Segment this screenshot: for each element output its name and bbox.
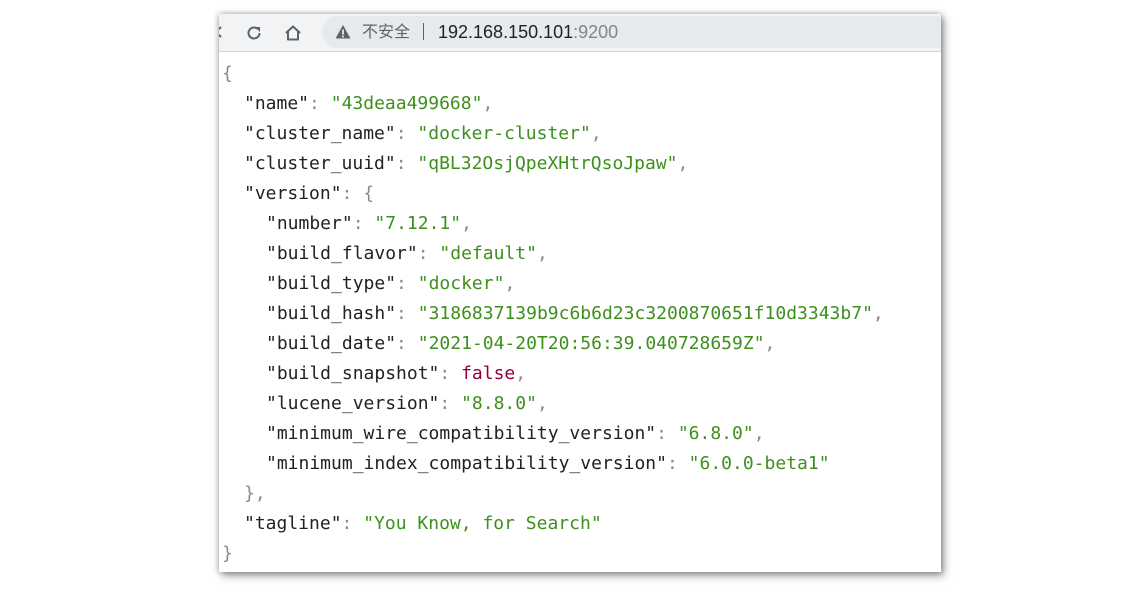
json-line-min-wire: "minimum_wire_compatibility_version": "6… xyxy=(266,423,765,444)
json-line-min-index: "minimum_index_compatibility_version": "… xyxy=(266,453,830,474)
json-line-build-date: "build_date": "2021-04-20T20:56:39.04072… xyxy=(266,333,776,354)
json-value-cluster-uuid: qBL32OsjQpeXHtrQsoJpaw xyxy=(428,153,667,174)
json-line-build-hash: "build_hash": "3186837139b9c6b6d23c32008… xyxy=(266,303,884,324)
json-line-build-snapshot: "build_snapshot": false, xyxy=(266,363,527,384)
json-value-lucene-version: 8.8.0 xyxy=(471,393,527,414)
json-line-version: "version": { xyxy=(244,183,375,204)
json-value-min-wire: 6.8.0 xyxy=(688,423,743,444)
json-line-build-flavor: "build_flavor": "default", xyxy=(266,243,548,264)
json-open-brace: { xyxy=(222,63,233,84)
json-value-build-flavor: default xyxy=(450,243,527,264)
json-line-build-type: "build_type": "docker", xyxy=(266,273,516,294)
json-value-number: 7.12.1 xyxy=(385,213,451,234)
json-value-name: 43deaa499668 xyxy=(341,93,472,114)
browser-window: 不安全 192.168.150.101:9200 { "name": "43de… xyxy=(219,14,941,572)
json-value-cluster-name: docker-cluster xyxy=(428,123,580,144)
json-value-tagline: You Know, for Search xyxy=(374,513,591,534)
json-line-lucene-version: "lucene_version": "8.8.0", xyxy=(266,393,548,414)
json-value-build-snapshot: false xyxy=(461,363,516,384)
json-close-brace: } xyxy=(222,543,233,564)
json-value-min-index: 6.0.0-beta1 xyxy=(699,453,819,474)
json-line-number: "number": "7.12.1", xyxy=(266,213,472,234)
json-close-version: }, xyxy=(244,483,266,504)
json-value-build-date: 2021-04-20T20:56:39.040728659Z xyxy=(428,333,754,354)
json-value-build-type: docker xyxy=(428,273,494,294)
json-line-cluster-uuid: "cluster_uuid": "qBL32OsjQpeXHtrQsoJpaw"… xyxy=(244,153,689,174)
json-line-name: "name": "43deaa499668", xyxy=(244,93,494,114)
json-line-tagline: "tagline": "You Know, for Search" xyxy=(244,513,602,534)
json-line-cluster-name: "cluster_name": "docker-cluster", xyxy=(244,123,602,144)
json-value-build-hash: 3186837139b9c6b6d23c3200870651f10d3343b7 xyxy=(428,303,863,324)
json-viewer: { "name": "43deaa499668", "cluster_name"… xyxy=(219,14,941,572)
